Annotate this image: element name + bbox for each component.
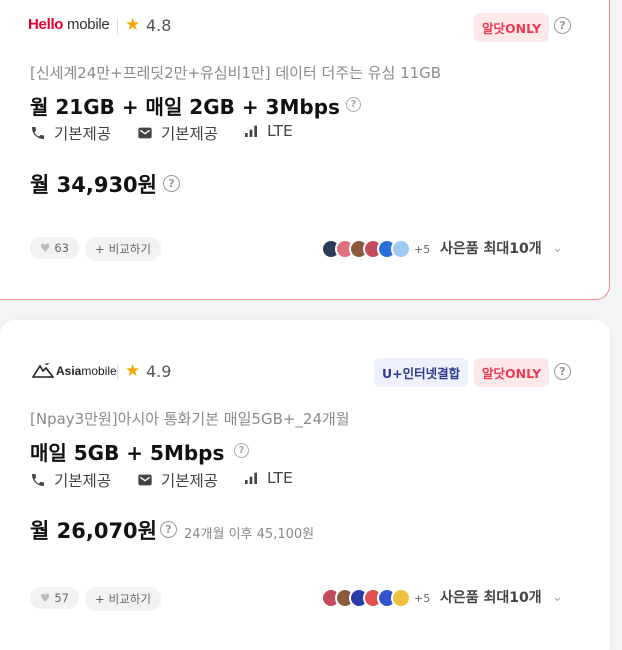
like-button[interactable]: ♥ 63	[30, 237, 79, 259]
help-icon[interactable]: ?	[163, 175, 180, 192]
compare-button[interactable]: + 비교하기	[85, 587, 161, 611]
signal-icon	[245, 472, 257, 484]
divider	[117, 364, 118, 380]
compare-button[interactable]: + 비교하기	[85, 237, 161, 261]
feature-call: 기본제공	[30, 469, 111, 491]
like-count: 63	[54, 241, 69, 255]
bundle-badge: U+인터넷결합	[374, 358, 469, 387]
heart-icon: ♥	[40, 591, 51, 605]
exclusive-badge: 알닷ONLY	[474, 358, 550, 387]
plan-title: 매일 5GB + 5Mbps	[30, 441, 225, 465]
gift-summary[interactable]: 사은품 최대10개	[440, 238, 542, 258]
gift-thumbnail	[391, 588, 411, 608]
feature-sms: 기본제공	[137, 122, 218, 144]
signal-icon	[245, 125, 257, 137]
monthly-price: 월 34,930원	[30, 173, 157, 197]
exclusive-badge: 알닷ONLY	[474, 13, 550, 42]
feature-sms: 기본제공	[137, 469, 218, 491]
gift-thumbnails[interactable]: +5	[321, 239, 430, 259]
plan-title: 월 21GB + 매일 2GB + 3Mbps	[30, 95, 340, 119]
divider	[117, 18, 118, 34]
plan-card[interactable]: Asiamobile ★ 4.9 U+인터넷결합 알닷ONLY ? [Npay3…	[0, 320, 610, 650]
call-label: 기본제공	[54, 472, 112, 490]
network-label: LTE	[267, 122, 293, 140]
chevron-down-icon[interactable]: ⌄	[552, 590, 563, 605]
star-icon: ★	[125, 15, 141, 35]
plus-icon: +	[95, 242, 105, 256]
phone-icon	[32, 474, 44, 486]
feature-network: LTE	[243, 469, 293, 487]
help-icon[interactable]: ?	[160, 521, 177, 538]
help-icon[interactable]: ?	[554, 363, 571, 380]
asia-logo-mark	[32, 363, 54, 378]
star-icon: ★	[125, 361, 141, 381]
network-label: LTE	[267, 469, 293, 487]
call-label: 기본제공	[54, 125, 112, 143]
plan-subtitle: [신세계24만+프레딧2만+유심비1만] 데이터 더주는 유심 11GB	[30, 64, 442, 82]
like-button[interactable]: ♥ 57	[30, 587, 79, 609]
plan-card[interactable]: Hello mobile ★ 4.8 알닷ONLY ? [신세계24만+프레딧2…	[0, 0, 610, 300]
sms-label: 기본제공	[161, 472, 219, 490]
plus-icon: +	[95, 592, 105, 606]
plan-subtitle: [Npay3만원]아시아 통화기본 매일5GB+_24개월	[30, 410, 350, 428]
sms-label: 기본제공	[161, 125, 219, 143]
mail-icon	[138, 127, 152, 139]
gift-thumbnails[interactable]: +5	[321, 588, 430, 608]
like-count: 57	[54, 591, 69, 605]
help-icon[interactable]: ?	[234, 443, 249, 458]
gift-more-count: +5	[414, 591, 431, 605]
monthly-price: 월 26,070원	[30, 519, 157, 543]
carrier-logo: Hello mobile	[28, 16, 110, 33]
mail-icon	[138, 474, 152, 486]
price-after-period: 24개월 이후 45,100원	[184, 527, 315, 542]
rating-value: 4.9	[146, 362, 172, 381]
gift-thumbnail	[391, 239, 411, 259]
phone-icon	[32, 127, 44, 139]
gift-more-count: +5	[414, 242, 431, 256]
help-icon[interactable]: ?	[346, 97, 361, 112]
feature-network: LTE	[243, 122, 293, 140]
rating-value: 4.8	[146, 16, 172, 35]
gift-summary[interactable]: 사은품 최대10개	[440, 587, 542, 607]
help-icon[interactable]: ?	[554, 17, 571, 34]
feature-call: 기본제공	[30, 122, 111, 144]
carrier-logo: Asiamobile	[32, 362, 117, 378]
chevron-down-icon[interactable]: ⌄	[552, 241, 563, 256]
compare-label: 비교하기	[108, 592, 151, 606]
heart-icon: ♥	[40, 241, 51, 255]
compare-label: 비교하기	[108, 242, 151, 256]
